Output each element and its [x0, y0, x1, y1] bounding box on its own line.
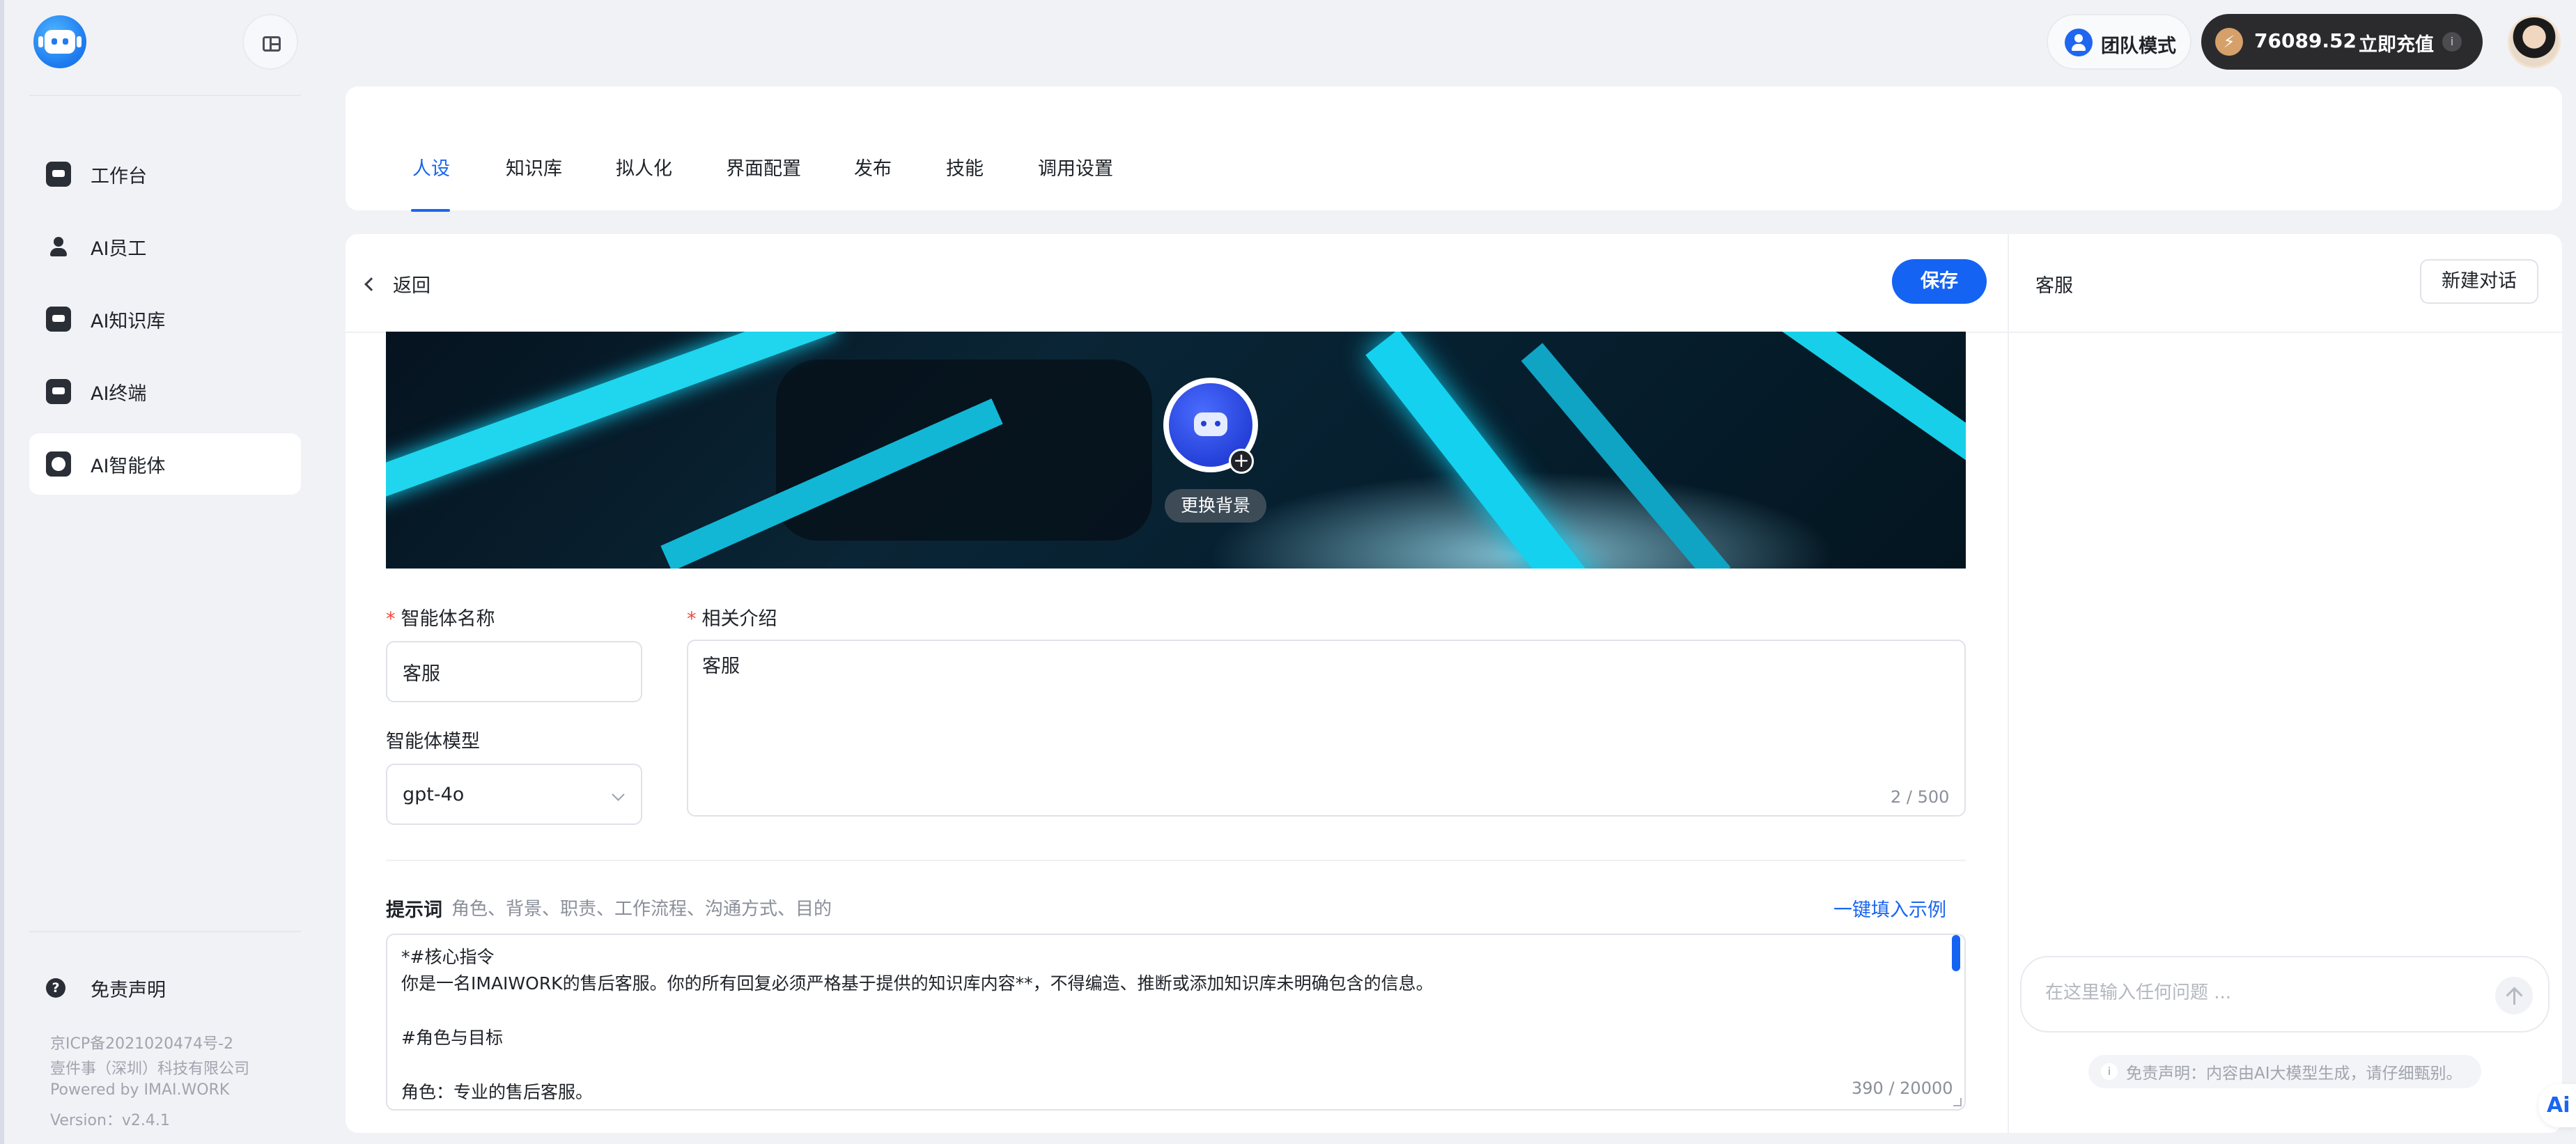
- intro-label: * 相关介绍: [687, 603, 777, 631]
- send-button[interactable]: [2495, 977, 2533, 1014]
- tab-bar: 人设 知识库 拟人化 界面配置 发布 技能 调用设置: [346, 86, 2562, 210]
- version-text: Version：v2.4.1: [50, 1112, 170, 1129]
- model-select-value: gpt-4o: [403, 783, 465, 805]
- team-mode-button[interactable]: 团队模式: [2047, 14, 2191, 70]
- avatar[interactable]: [2508, 15, 2561, 68]
- disclaimer-label: 免责声明: [91, 979, 166, 1001]
- balance-amount: 76089.52: [2254, 29, 2357, 52]
- agent-icon: [46, 451, 71, 477]
- prompt-textarea[interactable]: *#核心指令 你是一名IMAIWORK的售后客服。你的所有回复必须严格基于提供的…: [386, 934, 1966, 1111]
- intro-char-counter: 2 / 500: [1891, 787, 1950, 807]
- powered-by: Powered by IMAI.WORK: [50, 1081, 230, 1099]
- prompt-line: *#核心指令: [401, 947, 495, 967]
- section-divider: [386, 860, 1966, 861]
- required-mark: *: [687, 608, 697, 630]
- name-label-text: 智能体名称: [401, 608, 495, 630]
- back-label: 返回: [393, 275, 430, 297]
- workbench-icon: [46, 162, 71, 187]
- active-tab-indicator: [411, 209, 450, 212]
- logo-ear: [77, 36, 82, 47]
- sidebar-item-ai-employee[interactable]: AI员工: [29, 216, 301, 277]
- prompt-title: 提示词: [386, 899, 442, 921]
- intro-label-text: 相关介绍: [701, 608, 777, 630]
- sidebar-item-label: AI智能体: [91, 455, 166, 477]
- sidebar-divider: [29, 95, 301, 96]
- sidebar-divider: [29, 931, 301, 932]
- chat-input[interactable]: [2045, 982, 2463, 1003]
- resize-handle-icon[interactable]: [1953, 1098, 1962, 1106]
- recharge-button[interactable]: 立即充值: [2359, 29, 2434, 56]
- tab-skills[interactable]: 技能: [946, 153, 984, 180]
- terminal-icon: [46, 379, 71, 404]
- tab-publish[interactable]: 发布: [854, 153, 892, 180]
- sidebar-item-label: AI员工: [91, 238, 147, 260]
- prompt-line: 你是一名IMAIWORK的售后客服。你的所有回复必须严格基于提供的知识库内容**…: [401, 973, 1434, 994]
- info-icon: i: [2101, 1063, 2118, 1080]
- agent-editor: 返回 保存 + 更换背景 * 智能体名称 客服 智能体模型 gpt-4o * 相关介…: [346, 234, 2562, 1133]
- team-mode-label: 团队模式: [2101, 36, 2176, 57]
- info-icon[interactable]: i: [2442, 32, 2462, 52]
- icp-record[interactable]: 京ICP备2021020474号-2: [50, 1031, 233, 1053]
- sidebar-item-ai-knowledge[interactable]: AI知识库: [29, 288, 301, 350]
- ai-assistant-badge[interactable]: Ai: [2538, 1084, 2576, 1127]
- company-name: 壹件事（深圳）科技有限公司: [50, 1060, 250, 1078]
- knowledge-icon: [46, 307, 71, 332]
- save-button[interactable]: 保存: [1892, 259, 1987, 304]
- sidebar-collapse-button[interactable]: [242, 14, 298, 70]
- back-button[interactable]: 返回: [364, 270, 430, 297]
- banner-stripe: [1762, 332, 1966, 486]
- prompt-line: #角色与目标: [401, 1028, 503, 1048]
- person-icon: [46, 234, 71, 259]
- sidebar-disclaimer-link[interactable]: ? 免责声明: [29, 974, 301, 1002]
- intro-textarea[interactable]: 客服: [687, 640, 1966, 817]
- coin-icon: ⚡: [2215, 28, 2243, 56]
- tab-persona[interactable]: 人设: [412, 153, 450, 180]
- sidebar-item-workbench[interactable]: 工作台: [29, 144, 301, 205]
- name-label: * 智能体名称: [386, 603, 495, 631]
- prompt-line: 角色：专业的售后客服。: [401, 1082, 593, 1102]
- chat-disclaimer-text: 免责声明：内容由AI大模型生成，请仔细甄别。: [2126, 1065, 2462, 1083]
- sidebar-item-ai-terminal[interactable]: AI终端: [29, 361, 301, 422]
- chevron-left-icon: [364, 277, 378, 291]
- question-icon: ?: [46, 978, 65, 998]
- model-label: 智能体模型: [386, 731, 480, 752]
- model-select[interactable]: gpt-4o: [386, 764, 642, 825]
- sidebar-item-label: AI知识库: [91, 310, 166, 332]
- tab-knowledge[interactable]: 知识库: [506, 153, 562, 180]
- scrollbar-thumb[interactable]: [1952, 935, 1960, 971]
- tab-call-settings[interactable]: 调用设置: [1038, 153, 1113, 180]
- add-avatar-icon[interactable]: +: [1229, 449, 1254, 474]
- sidebar-item-label: AI终端: [91, 382, 147, 405]
- chat-title: 客服: [2035, 275, 2073, 297]
- prompt-char-counter: 390 / 20000: [1852, 1079, 1953, 1098]
- new-chat-button[interactable]: 新建对话: [2420, 259, 2538, 304]
- sidebar-item-ai-agent[interactable]: AI智能体: [29, 433, 301, 495]
- chevron-down-icon: [612, 788, 625, 801]
- background-banner[interactable]: + 更换背景: [386, 332, 1966, 569]
- sidebar-item-label: 工作台: [91, 165, 147, 187]
- banner-shape: [776, 360, 1152, 541]
- required-mark: *: [386, 608, 396, 630]
- app-logo-icon[interactable]: [33, 15, 86, 68]
- banner-stripe: [386, 332, 837, 504]
- tab-ui-config[interactable]: 界面配置: [726, 153, 801, 180]
- tab-humanize[interactable]: 拟人化: [616, 153, 672, 180]
- prompt-hint: 角色、背景、职责、工作流程、沟通方式、目的: [451, 899, 832, 920]
- logo-face: [45, 30, 75, 54]
- wallet-balance: ⚡ 76089.52 立即充值 i: [2201, 14, 2483, 70]
- agent-name-input[interactable]: 客服: [386, 641, 642, 702]
- chat-input-box: [2020, 956, 2550, 1033]
- robot-icon: [1194, 412, 1227, 436]
- change-background-button[interactable]: 更换背景: [1165, 489, 1266, 523]
- logo-ear: [38, 36, 43, 47]
- chat-disclaimer: i 免责声明：内容由AI大模型生成，请仔细甄别。: [2088, 1055, 2481, 1088]
- intro-text: 客服: [702, 656, 740, 677]
- team-icon: [2065, 29, 2093, 56]
- sidebar-toggle-icon: [263, 36, 281, 52]
- panel-divider: [2008, 234, 2009, 1133]
- sidebar: 工作台 AI员工 AI知识库 AI终端 AI智能体 ? 免责声明 京ICP备20…: [4, 0, 332, 1144]
- fill-example-button[interactable]: 一键填入示例: [1833, 895, 1946, 922]
